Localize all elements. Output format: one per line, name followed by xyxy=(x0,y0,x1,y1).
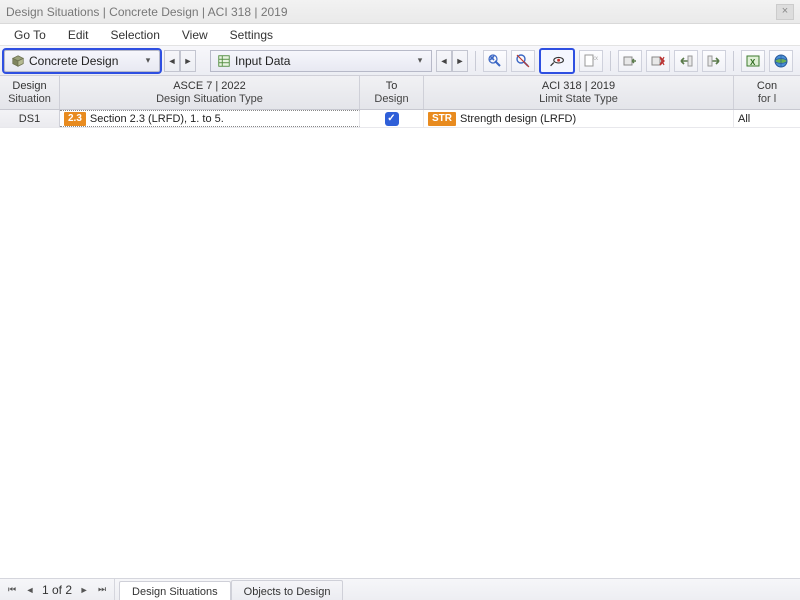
input-data-dropdown[interactable]: Input Data ▾ xyxy=(210,50,432,72)
pager-last-button[interactable]: ⏭ xyxy=(96,584,108,595)
grid-body: DS1 2.3 Section 2.3 (LRFD), 1. to 5. STR… xyxy=(0,110,800,578)
toolbar-divider xyxy=(475,51,476,71)
toolbar: Concrete Design ▾ ◄ ► Input Data ▾ ◄ ► x… xyxy=(0,46,800,76)
cell-to-design[interactable] xyxy=(360,110,424,127)
col-design-situation[interactable]: Design Situation xyxy=(0,76,60,109)
table-row[interactable]: DS1 2.3 Section 2.3 (LRFD), 1. to 5. STR… xyxy=(0,110,800,128)
col-to-design[interactable]: To Design xyxy=(360,76,424,109)
input-next-button[interactable]: ► xyxy=(452,50,468,72)
design-next-button[interactable]: ► xyxy=(180,50,196,72)
pager-text: 1 of 2 xyxy=(42,583,72,597)
cell-limit-state[interactable]: STR Strength design (LRFD) xyxy=(424,110,734,127)
badge-str: STR xyxy=(428,112,456,126)
col-limit-state-type[interactable]: ACI 318 | 2019 Limit State Type xyxy=(424,76,734,109)
situation-type-text: Section 2.3 (LRFD), 1. to 5. xyxy=(90,113,224,125)
pager-next-button[interactable]: ► xyxy=(78,585,90,595)
globe-button[interactable] xyxy=(769,50,793,72)
cell-situation-id[interactable]: DS1 xyxy=(0,110,60,127)
grid-header: Design Situation ASCE 7 | 2022 Design Si… xyxy=(0,76,800,110)
window-title: Design Situations | Concrete Design | AC… xyxy=(6,5,288,19)
col-design-situation-type[interactable]: ASCE 7 | 2022 Design Situation Type xyxy=(60,76,360,109)
delete-button[interactable] xyxy=(646,50,670,72)
menu-settings[interactable]: Settings xyxy=(220,26,283,44)
cube-icon xyxy=(11,54,25,68)
filter-button[interactable] xyxy=(511,50,535,72)
bottom-bar: ⏮ ◄ 1 of 2 ► ⏭ Design Situations Objects… xyxy=(0,578,800,600)
toolbar-divider xyxy=(733,51,734,71)
close-button[interactable]: × xyxy=(776,4,794,20)
show-view-button[interactable] xyxy=(539,48,575,74)
toolbar-divider xyxy=(610,51,611,71)
input-data-label: Input Data xyxy=(235,54,413,68)
chevron-down-icon: ▾ xyxy=(141,55,155,66)
menu-selection[interactable]: Selection xyxy=(101,26,170,44)
bottom-tabs: Design Situations Objects to Design xyxy=(115,579,343,600)
menu-edit[interactable]: Edit xyxy=(58,26,99,44)
col-consider[interactable]: Con for l xyxy=(734,76,800,109)
limit-state-text: Strength design (LRFD) xyxy=(460,113,576,125)
tab-objects-to-design[interactable]: Objects to Design xyxy=(231,580,344,600)
tab-design-situations[interactable]: Design Situations xyxy=(119,581,231,600)
design-type-dropdown[interactable]: Concrete Design ▾ xyxy=(4,50,160,72)
menu-view[interactable]: View xyxy=(172,26,218,44)
cell-situation-type[interactable]: 2.3 Section 2.3 (LRFD), 1. to 5. xyxy=(60,110,360,127)
find-button[interactable] xyxy=(483,50,507,72)
badge-section: 2.3 xyxy=(64,112,86,126)
sheet-icon xyxy=(217,54,231,68)
pager-first-button[interactable]: ⏮ xyxy=(6,584,18,595)
pager-prev-button[interactable]: ◄ xyxy=(24,585,36,595)
design-prev-button[interactable]: ◄ xyxy=(164,50,180,72)
cell-consider[interactable]: All xyxy=(734,110,800,127)
menu-bar: Go To Edit Selection View Settings xyxy=(0,24,800,46)
title-bar: Design Situations | Concrete Design | AC… xyxy=(0,0,800,24)
to-design-checkbox[interactable] xyxy=(385,112,399,126)
menu-goto[interactable]: Go To xyxy=(4,26,56,44)
svg-text:X: X xyxy=(750,58,756,67)
svg-text:xx: xx xyxy=(592,56,598,62)
excel-button[interactable]: X xyxy=(741,50,765,72)
export-right-button[interactable] xyxy=(702,50,726,72)
export-left-button[interactable] xyxy=(674,50,698,72)
input-prev-button[interactable]: ◄ xyxy=(436,50,452,72)
design-type-label: Concrete Design xyxy=(29,54,141,68)
chevron-down-icon: ▾ xyxy=(413,55,427,66)
pager: ⏮ ◄ 1 of 2 ► ⏭ xyxy=(0,579,115,600)
doc-xx-button[interactable]: xx xyxy=(579,50,603,72)
import-button[interactable] xyxy=(618,50,642,72)
